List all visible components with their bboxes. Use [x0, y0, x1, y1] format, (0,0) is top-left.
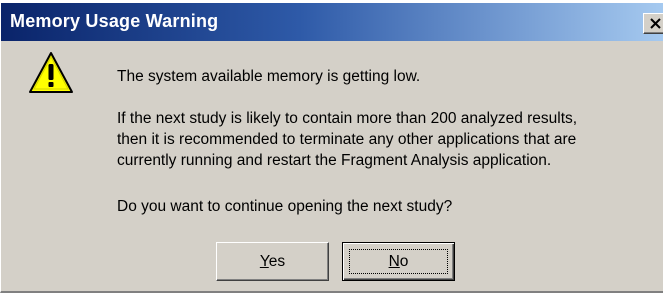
message-line-3: then it is recommended to terminate any …	[117, 131, 577, 148]
no-button-label: No	[389, 253, 409, 270]
message-line-1: The system available memory is getting l…	[117, 68, 421, 85]
close-icon	[650, 18, 661, 29]
title-bar[interactable]: Memory Usage Warning	[1, 3, 663, 41]
memory-usage-warning-dialog: Memory Usage Warning The system availabl…	[0, 0, 663, 299]
dialog-frame: Memory Usage Warning The system availabl…	[0, 3, 663, 293]
yes-button[interactable]: Yes	[216, 242, 329, 281]
dialog-title: Memory Usage Warning	[10, 11, 219, 31]
yes-label-rest: es	[268, 253, 286, 270]
message-line-2: If the next study is likely to contain m…	[117, 110, 578, 127]
no-mnemonic: N	[388, 253, 400, 270]
no-button[interactable]: No	[342, 242, 455, 281]
warning-icon	[29, 52, 73, 93]
yes-button-label: Yes	[260, 253, 285, 270]
no-label-rest: o	[399, 253, 409, 270]
yes-mnemonic: Y	[259, 253, 269, 270]
close-button[interactable]	[643, 13, 663, 34]
message-line-4: currently running and restart the Fragme…	[117, 152, 552, 169]
message-question: Do you want to continue opening the next…	[117, 198, 453, 215]
